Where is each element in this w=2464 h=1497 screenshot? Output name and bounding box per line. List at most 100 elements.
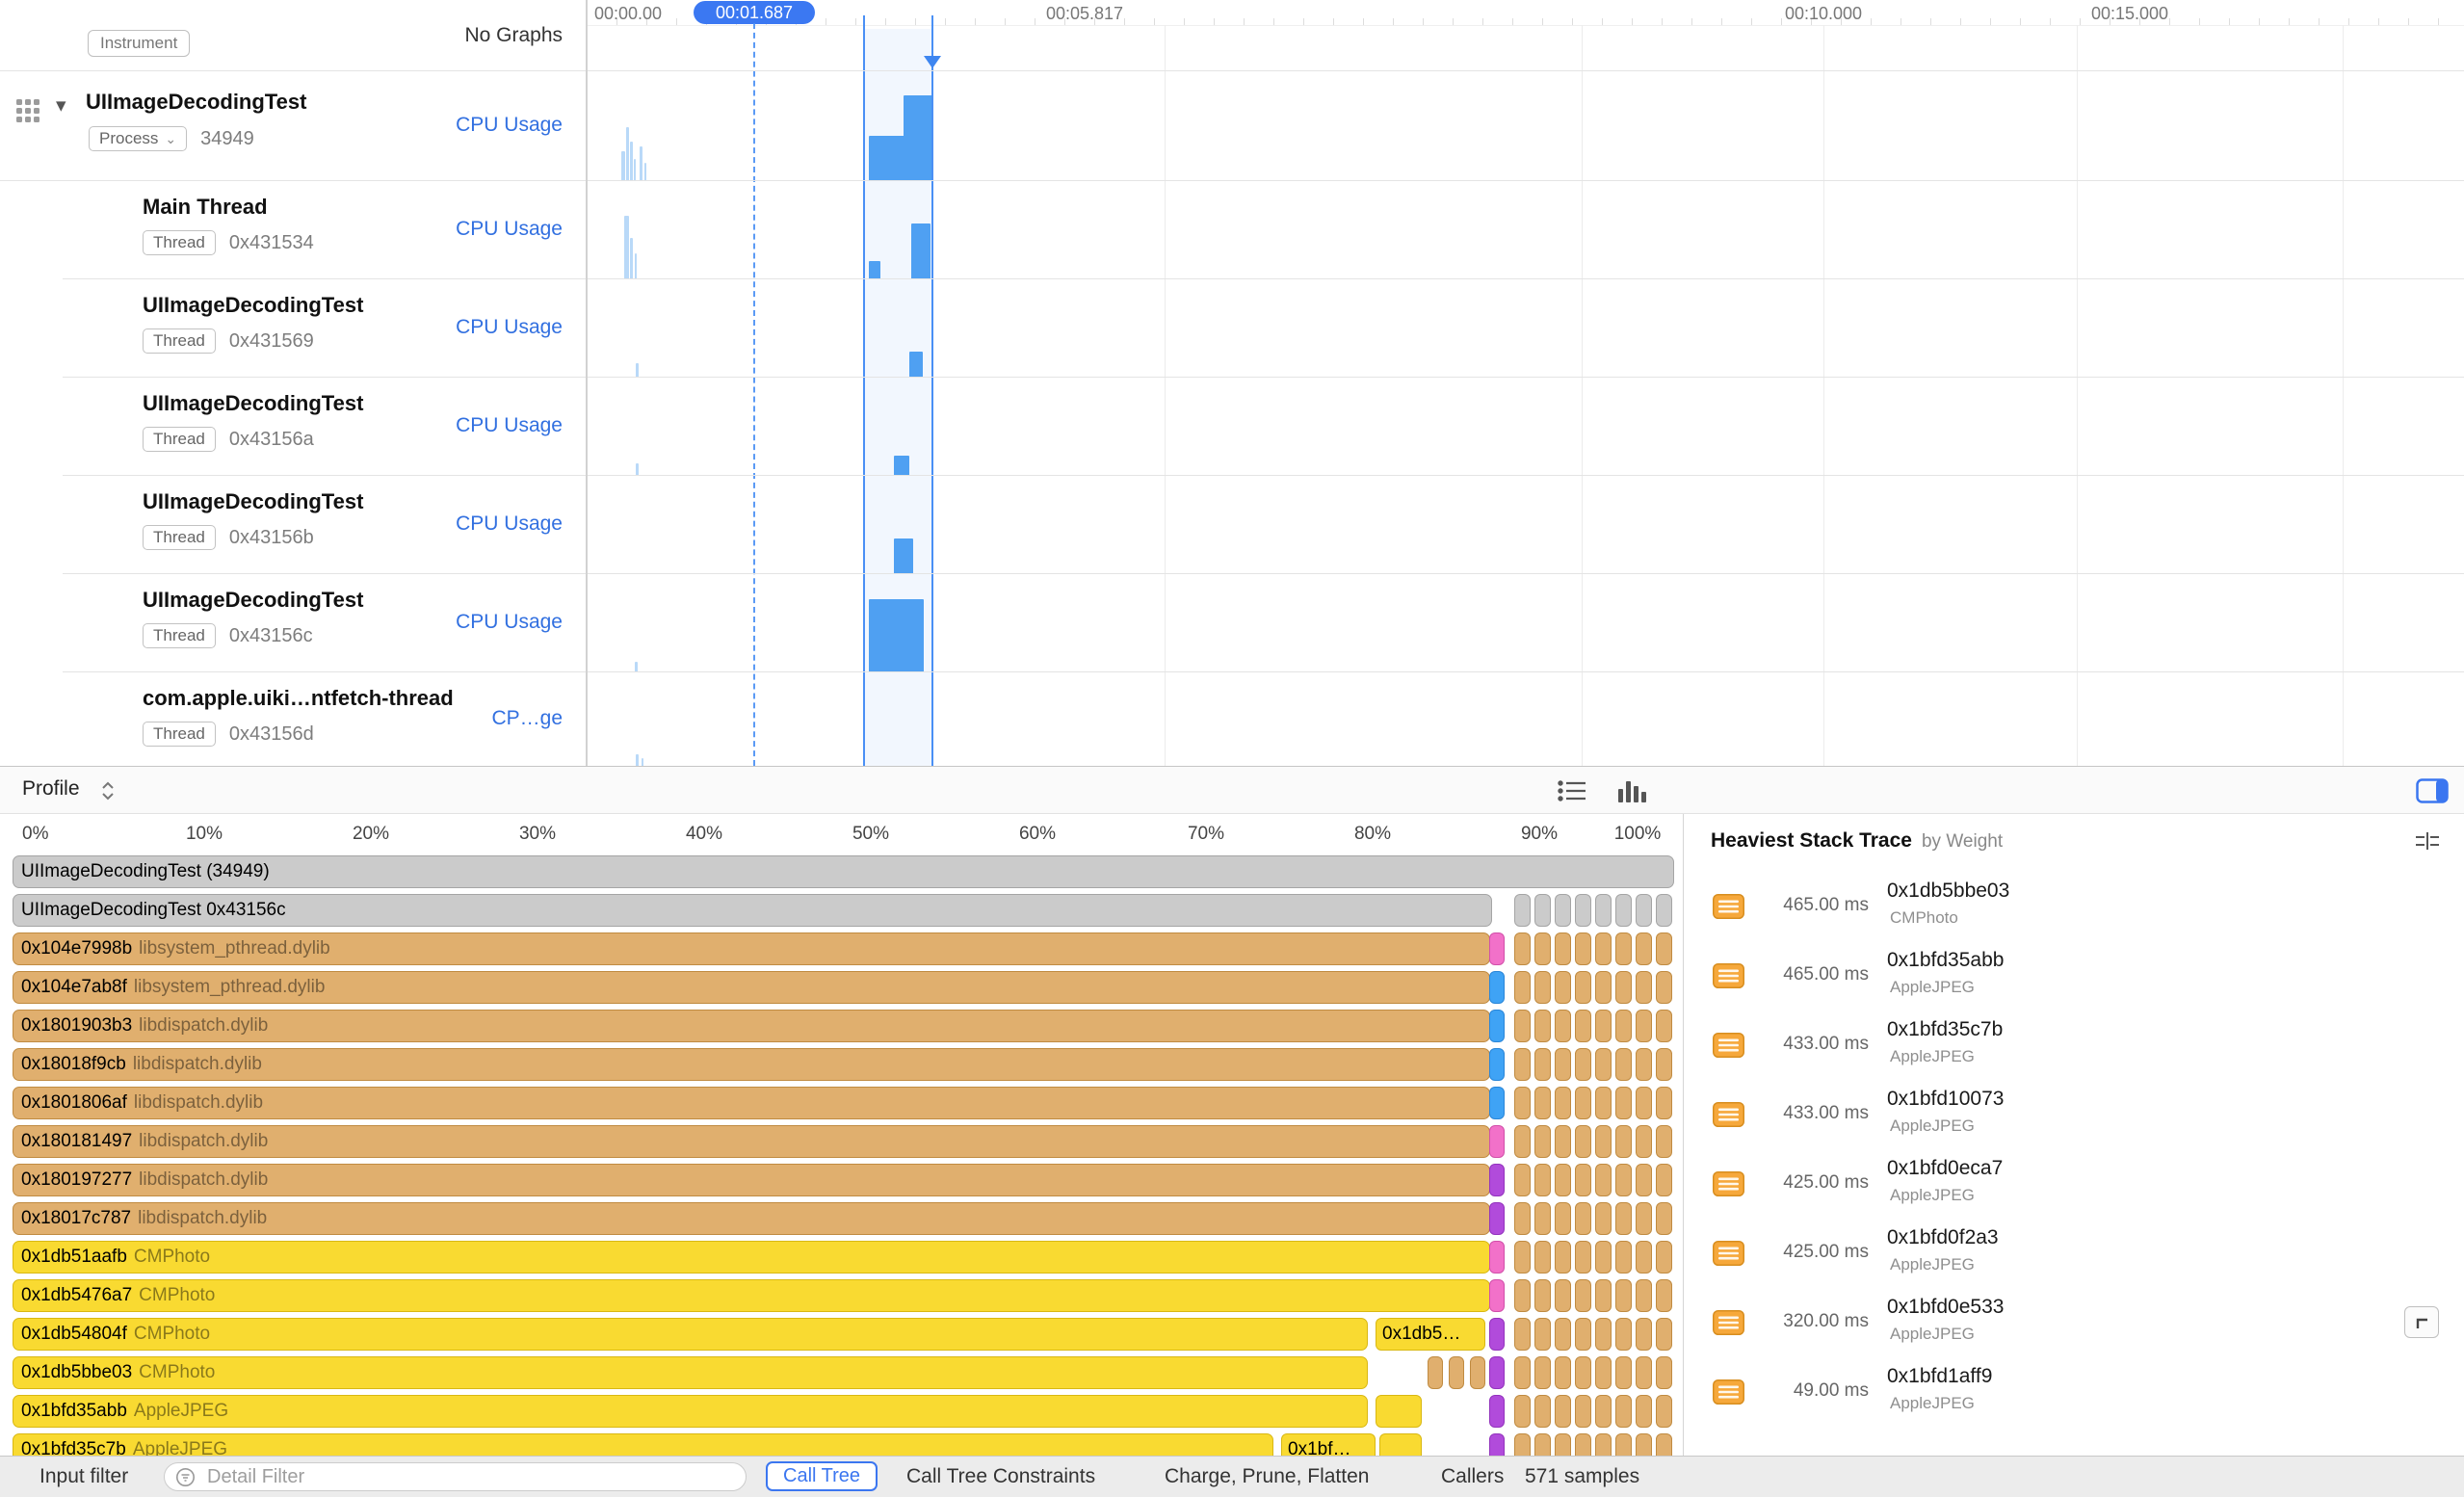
flame-frame[interactable] xyxy=(1555,1279,1571,1312)
flame-frame[interactable] xyxy=(1489,1356,1505,1389)
flame-frame[interactable] xyxy=(1555,1241,1571,1274)
stack-entry[interactable]: 465.00 ms 0x1db5bbe03 CMPhoto xyxy=(1684,872,2464,941)
flame-frame[interactable] xyxy=(1615,1318,1632,1351)
flame-frame[interactable] xyxy=(1595,1356,1612,1389)
flame-frame[interactable] xyxy=(1534,1395,1551,1428)
flame-frame[interactable] xyxy=(1575,1010,1591,1042)
flame-frame[interactable]: 0x1bf… xyxy=(1281,1433,1376,1456)
inspector-toggle-icon[interactable] xyxy=(2416,778,2449,808)
outline-view-icon[interactable] xyxy=(1557,779,1587,807)
flame-frame[interactable] xyxy=(1575,1279,1591,1312)
flame-frame[interactable]: 0x1bfd35abb AppleJPEG xyxy=(13,1395,1368,1428)
flame-frame[interactable] xyxy=(1656,1279,1672,1312)
flame-frame[interactable] xyxy=(1555,1202,1571,1235)
flame-frame[interactable] xyxy=(1555,1395,1571,1428)
flame-frame[interactable] xyxy=(1489,1164,1505,1196)
call-tree-constraints-button[interactable]: Call Tree Constraints xyxy=(906,1465,1095,1488)
flame-frame[interactable] xyxy=(1595,1087,1612,1119)
thread-token[interactable]: Thread xyxy=(143,623,216,648)
flame-frame[interactable] xyxy=(1615,1125,1632,1158)
flame-frame[interactable] xyxy=(1514,971,1531,1004)
flame-frame[interactable] xyxy=(1555,1164,1571,1196)
thread-track-row[interactable]: UIImageDecodingTest Thread 0x43156c CPU Usa… xyxy=(0,573,587,671)
flame-frame[interactable] xyxy=(1656,1433,1672,1456)
flame-frame[interactable] xyxy=(1534,1164,1551,1196)
flame-frame[interactable] xyxy=(1575,1048,1591,1081)
flame-row[interactable]: 0x180197277 libdispatch.dylib xyxy=(0,1164,1683,1198)
flame-frame[interactable]: 0x18018f9cb libdispatch.dylib xyxy=(13,1048,1490,1081)
flame-frame[interactable] xyxy=(1636,1048,1652,1081)
flame-frame[interactable] xyxy=(1656,932,1672,965)
flame-frame[interactable] xyxy=(1595,1279,1612,1312)
flame-frame[interactable] xyxy=(1555,1318,1571,1351)
flame-frame[interactable] xyxy=(1636,932,1652,965)
flame-frame[interactable] xyxy=(1534,932,1551,965)
flame-row[interactable]: 0x104e7998b libsystem_pthread.dylib xyxy=(0,932,1683,967)
flame-frame[interactable] xyxy=(1534,1010,1551,1042)
flame-frame[interactable] xyxy=(1656,971,1672,1004)
flame-frame[interactable] xyxy=(1656,1087,1672,1119)
flame-frame[interactable] xyxy=(1489,1395,1505,1428)
thread-track-row[interactable]: Main Thread Thread 0x431534 CPU Usage xyxy=(0,180,587,278)
flame-frame[interactable] xyxy=(1489,1010,1505,1042)
flame-frame[interactable] xyxy=(1534,894,1551,927)
process-track-row[interactable]: ▾ UIImageDecodingTest Process ⌄ 34949 CPU… xyxy=(0,70,587,180)
thread-track-row[interactable]: UIImageDecodingTest Thread 0x43156b CPU Usa… xyxy=(0,475,587,573)
flame-frame[interactable] xyxy=(1534,1202,1551,1235)
flame-frame[interactable] xyxy=(1514,1010,1531,1042)
thread-track-row[interactable]: UIImageDecodingTest Thread 0x431569 CPU Usa… xyxy=(0,278,587,377)
flame-frame[interactable] xyxy=(1534,1087,1551,1119)
disclosure-triangle-icon[interactable]: ▾ xyxy=(56,93,66,118)
flame-frame[interactable] xyxy=(1514,1125,1531,1158)
flame-frame[interactable] xyxy=(1489,932,1505,965)
thread-token[interactable]: Thread xyxy=(143,722,216,747)
flame-frame[interactable] xyxy=(1534,1048,1551,1081)
flame-row[interactable]: 0x18018f9cb libdispatch.dylib xyxy=(0,1048,1683,1083)
flame-frame[interactable] xyxy=(1615,1395,1632,1428)
flame-row[interactable]: UIImageDecodingTest 0x43156c xyxy=(0,894,1683,929)
flame-row[interactable]: 0x1801806af libdispatch.dylib xyxy=(0,1087,1683,1121)
flame-row[interactable]: 0x1bfd35c7b AppleJPEG 0x1bf… xyxy=(0,1433,1683,1456)
flame-frame[interactable] xyxy=(1575,1433,1591,1456)
flame-frame[interactable] xyxy=(1656,1202,1672,1235)
flame-frame[interactable] xyxy=(1575,1125,1591,1158)
flame-frame[interactable] xyxy=(1489,1318,1505,1351)
flame-frame[interactable] xyxy=(1615,1202,1632,1235)
flame-frame[interactable] xyxy=(1595,1202,1612,1235)
flame-frame[interactable] xyxy=(1615,971,1632,1004)
flame-frame[interactable] xyxy=(1575,894,1591,927)
thread-token[interactable]: Thread xyxy=(143,230,216,255)
flame-row[interactable]: 0x180181497 libdispatch.dylib xyxy=(0,1125,1683,1160)
flame-frame[interactable] xyxy=(1595,1048,1612,1081)
flame-frame[interactable] xyxy=(1534,1241,1551,1274)
flame-row[interactable]: UIImageDecodingTest (34949) xyxy=(0,855,1683,890)
selection-edge[interactable] xyxy=(931,15,933,766)
detail-filter-field[interactable] xyxy=(164,1462,747,1491)
flame-frame[interactable] xyxy=(1514,1318,1531,1351)
flame-frame[interactable]: 0x1db54804f CMPhoto xyxy=(13,1318,1368,1351)
flame-frame[interactable] xyxy=(1656,1164,1672,1196)
flame-frame[interactable] xyxy=(1575,1241,1591,1274)
flame-frame[interactable] xyxy=(1636,1087,1652,1119)
flame-frame[interactable] xyxy=(1615,894,1632,927)
flame-frame[interactable] xyxy=(1656,1395,1672,1428)
flame-frame[interactable] xyxy=(1376,1395,1422,1428)
flame-row[interactable]: 0x18017c787 libdispatch.dylib xyxy=(0,1202,1683,1237)
flame-frame[interactable] xyxy=(1489,971,1505,1004)
thread-token[interactable]: Thread xyxy=(143,525,216,550)
flame-frame[interactable] xyxy=(1636,1395,1652,1428)
thread-token[interactable]: Thread xyxy=(143,427,216,452)
flame-frame[interactable] xyxy=(1636,1241,1652,1274)
flame-frame[interactable] xyxy=(1514,1087,1531,1119)
flame-frame[interactable] xyxy=(1595,1433,1612,1456)
flame-frame[interactable] xyxy=(1595,1241,1612,1274)
flame-frame[interactable] xyxy=(1514,1395,1531,1428)
stack-entry[interactable]: 465.00 ms 0x1bfd35abb AppleJPEG xyxy=(1684,941,2464,1011)
flame-frame[interactable] xyxy=(1615,1356,1632,1389)
flame-frame[interactable] xyxy=(1555,1433,1571,1456)
detail-filter-input[interactable] xyxy=(205,1464,736,1489)
flame-frame[interactable] xyxy=(1555,1048,1571,1081)
flame-frame[interactable] xyxy=(1595,1010,1612,1042)
flatten-icon[interactable] xyxy=(2414,830,2441,856)
flame-frame[interactable] xyxy=(1534,1318,1551,1351)
